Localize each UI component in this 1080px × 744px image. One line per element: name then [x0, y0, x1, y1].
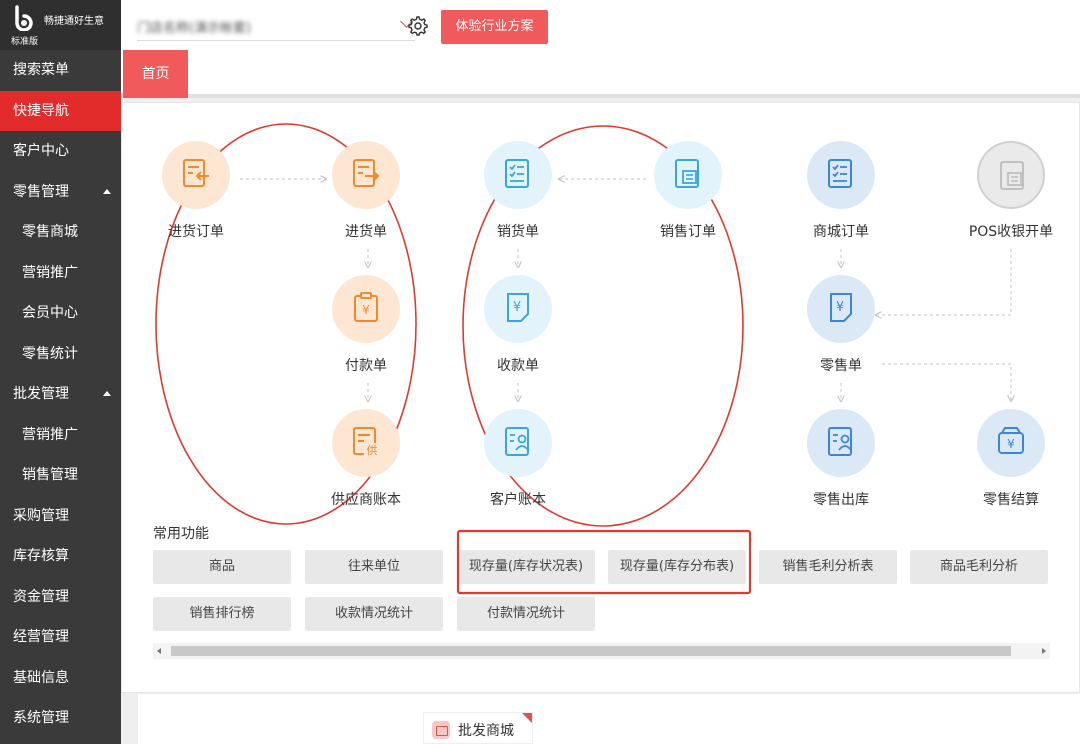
trial-industry-button[interactable]: 体验行业方案 — [441, 10, 548, 44]
gear-icon[interactable] — [408, 16, 428, 36]
sidebar-item-retail-mall[interactable]: 零售商城 — [0, 212, 121, 253]
scroll-left-icon[interactable] — [157, 648, 161, 654]
caret-up-icon — [103, 391, 111, 396]
sidebar-item-label: 批发管理 — [13, 386, 69, 402]
scrollbar-thumb[interactable] — [171, 646, 1011, 656]
store-select-value: 门店名称(演示帐套) — [137, 21, 252, 36]
caret-up-icon — [103, 188, 111, 194]
tab-home[interactable]: 首页 — [123, 50, 188, 98]
wholesale-mall-label: 批发商城 — [458, 723, 514, 739]
sidebar-item-retail-stats[interactable]: 零售统计 — [0, 334, 121, 375]
corner-badge — [522, 713, 532, 723]
tab-bar: 首页 — [121, 50, 1080, 98]
sidebar-item-inventory-accounting[interactable]: 库存核算 — [0, 536, 121, 577]
sidebar-item-business-management[interactable]: 经营管理 — [0, 617, 121, 658]
sidebar-item-sales-management[interactable]: 销售管理 — [0, 455, 121, 496]
wholesale-mall-shortcut[interactable]: 批发商城 — [423, 712, 533, 744]
store-icon — [432, 721, 450, 739]
brand-logo-icon — [15, 5, 33, 31]
horizontal-scrollbar[interactable] — [153, 643, 1050, 659]
highlight-box — [456, 529, 752, 595]
sidebar-item-wholesale-marketing[interactable]: 营销推广 — [0, 415, 121, 456]
sidebar-item-wholesale-management[interactable]: 批发管理 — [0, 374, 121, 415]
brand-edition: 标准版 — [11, 37, 39, 47]
store-select[interactable]: 门店名称(演示帐套) — [137, 13, 415, 41]
sidebar: 畅捷通好生意 标准版 搜索菜单 快捷导航 客户中心 零售管理 零售商城 营销推广… — [0, 0, 121, 744]
sidebar-item-quick-nav[interactable]: 快捷导航 — [0, 90, 121, 131]
sidebar-item-customer-center[interactable]: 客户中心 — [0, 131, 121, 172]
scroll-right-icon[interactable] — [1042, 648, 1046, 654]
sidebar-item-search-menu[interactable]: 搜索菜单 — [0, 50, 121, 91]
sidebar-item-basic-info[interactable]: 基础信息 — [0, 658, 121, 699]
brand-logo: 畅捷通好生意 标准版 — [0, 0, 121, 50]
brand-name: 畅捷通好生意 — [44, 16, 104, 27]
sidebar-item-marketing[interactable]: 营销推广 — [0, 253, 121, 294]
bottom-strip — [138, 694, 1080, 744]
sidebar-item-fund-management[interactable]: 资金管理 — [0, 577, 121, 618]
sidebar-item-purchase-management[interactable]: 采购管理 — [0, 496, 121, 537]
sidebar-item-system-management[interactable]: 系统管理 — [0, 698, 121, 739]
top-bar: 门店名称(演示帐套) 体验行业方案 — [121, 0, 1080, 50]
app-root: 畅捷通好生意 标准版 搜索菜单 快捷导航 客户中心 零售管理 零售商城 营销推广… — [0, 0, 1080, 744]
sidebar-item-member-center[interactable]: 会员中心 — [0, 293, 121, 334]
quick-nav-panel: 进货订单 进货单 ¥ 付款单 供 供应商账本 销货单 销售订单 ¥ 收款单 客户… — [121, 102, 1080, 693]
sidebar-item-label: 零售管理 — [13, 183, 69, 200]
sidebar-item-retail-management[interactable]: 零售管理 — [0, 172, 121, 213]
